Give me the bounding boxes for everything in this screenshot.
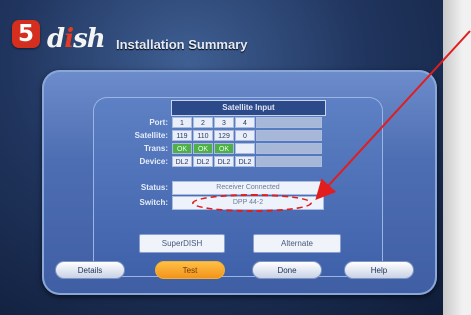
satellite-cell: 0 <box>235 130 255 141</box>
test-button[interactable]: Test <box>155 261 225 279</box>
device-cell: DL2 <box>193 156 213 167</box>
highlight-ellipse <box>192 194 312 212</box>
trans-cell <box>235 143 255 154</box>
satellite-input-header: Satellite Input <box>171 100 326 116</box>
satellite-label: Satellite: <box>134 131 168 140</box>
tab-alternate[interactable]: Alternate <box>253 234 341 253</box>
dish-logo: dish <box>47 24 106 54</box>
blank-cell <box>256 117 322 128</box>
port-cell: 2 <box>193 117 213 128</box>
logo-part-1: d <box>47 24 65 54</box>
satellite-cell: 119 <box>172 130 192 141</box>
blank-cell <box>256 130 322 141</box>
device-cell: DL2 <box>214 156 234 167</box>
device-cell: DL2 <box>235 156 255 167</box>
trans-ok-cell: OK <box>172 143 192 154</box>
satellite-cell: 129 <box>214 130 234 141</box>
satellite-cell: 110 <box>193 130 213 141</box>
device-cell: DL2 <box>172 156 192 167</box>
port-cell: 3 <box>214 117 234 128</box>
logo-part-2: sh <box>73 24 106 54</box>
blank-cell <box>256 156 322 167</box>
done-button[interactable]: Done <box>252 261 322 279</box>
trans-label: Trans: <box>143 144 168 153</box>
switch-label: Switch: <box>139 198 168 207</box>
details-button[interactable]: Details <box>55 261 125 279</box>
tab-superdish[interactable]: SuperDISH <box>139 234 225 253</box>
port-label: Port: <box>149 118 168 127</box>
port-cell: 1 <box>172 117 192 128</box>
status-value: Receiver Connected <box>172 181 324 195</box>
page-margin <box>443 0 471 315</box>
blank-cell <box>256 143 322 154</box>
step-number-badge: 5 <box>12 20 40 48</box>
device-label: Device: <box>139 157 168 166</box>
port-cell: 4 <box>235 117 255 128</box>
trans-ok-cell: OK <box>214 143 234 154</box>
screen-title: Installation Summary <box>116 37 248 52</box>
trans-ok-cell: OK <box>193 143 213 154</box>
status-label: Status: <box>140 183 168 192</box>
help-button[interactable]: Help <box>344 261 414 279</box>
logo-dot: i <box>64 24 74 54</box>
